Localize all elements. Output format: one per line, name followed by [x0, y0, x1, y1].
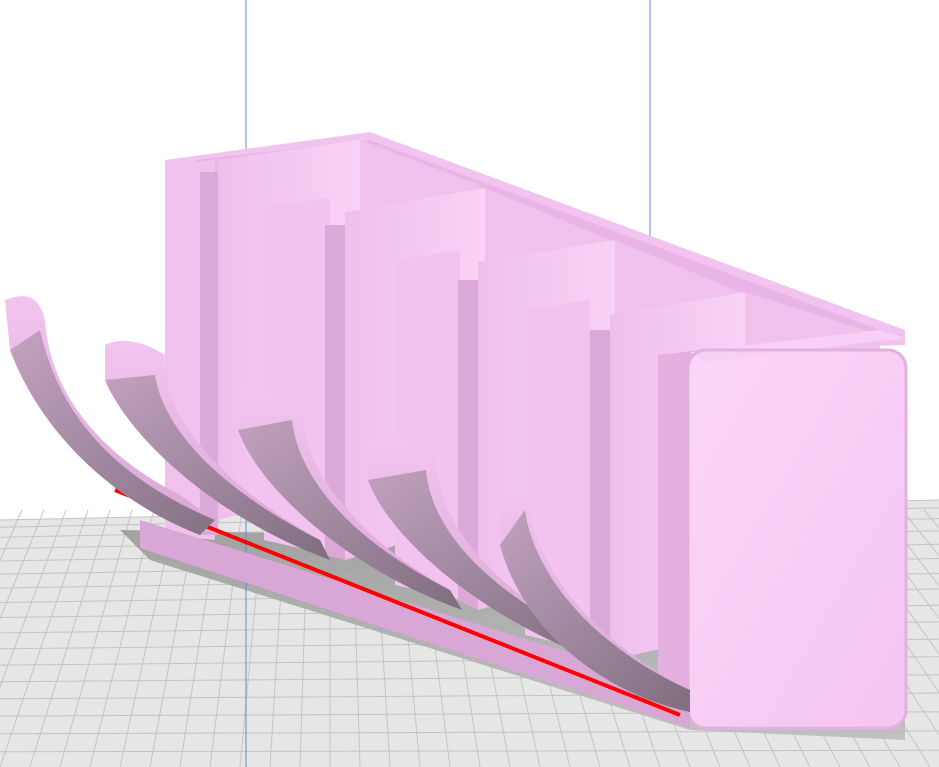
3d-viewport[interactable] — [0, 0, 939, 767]
scene-canvas — [0, 0, 939, 767]
front-end-block — [658, 330, 908, 730]
